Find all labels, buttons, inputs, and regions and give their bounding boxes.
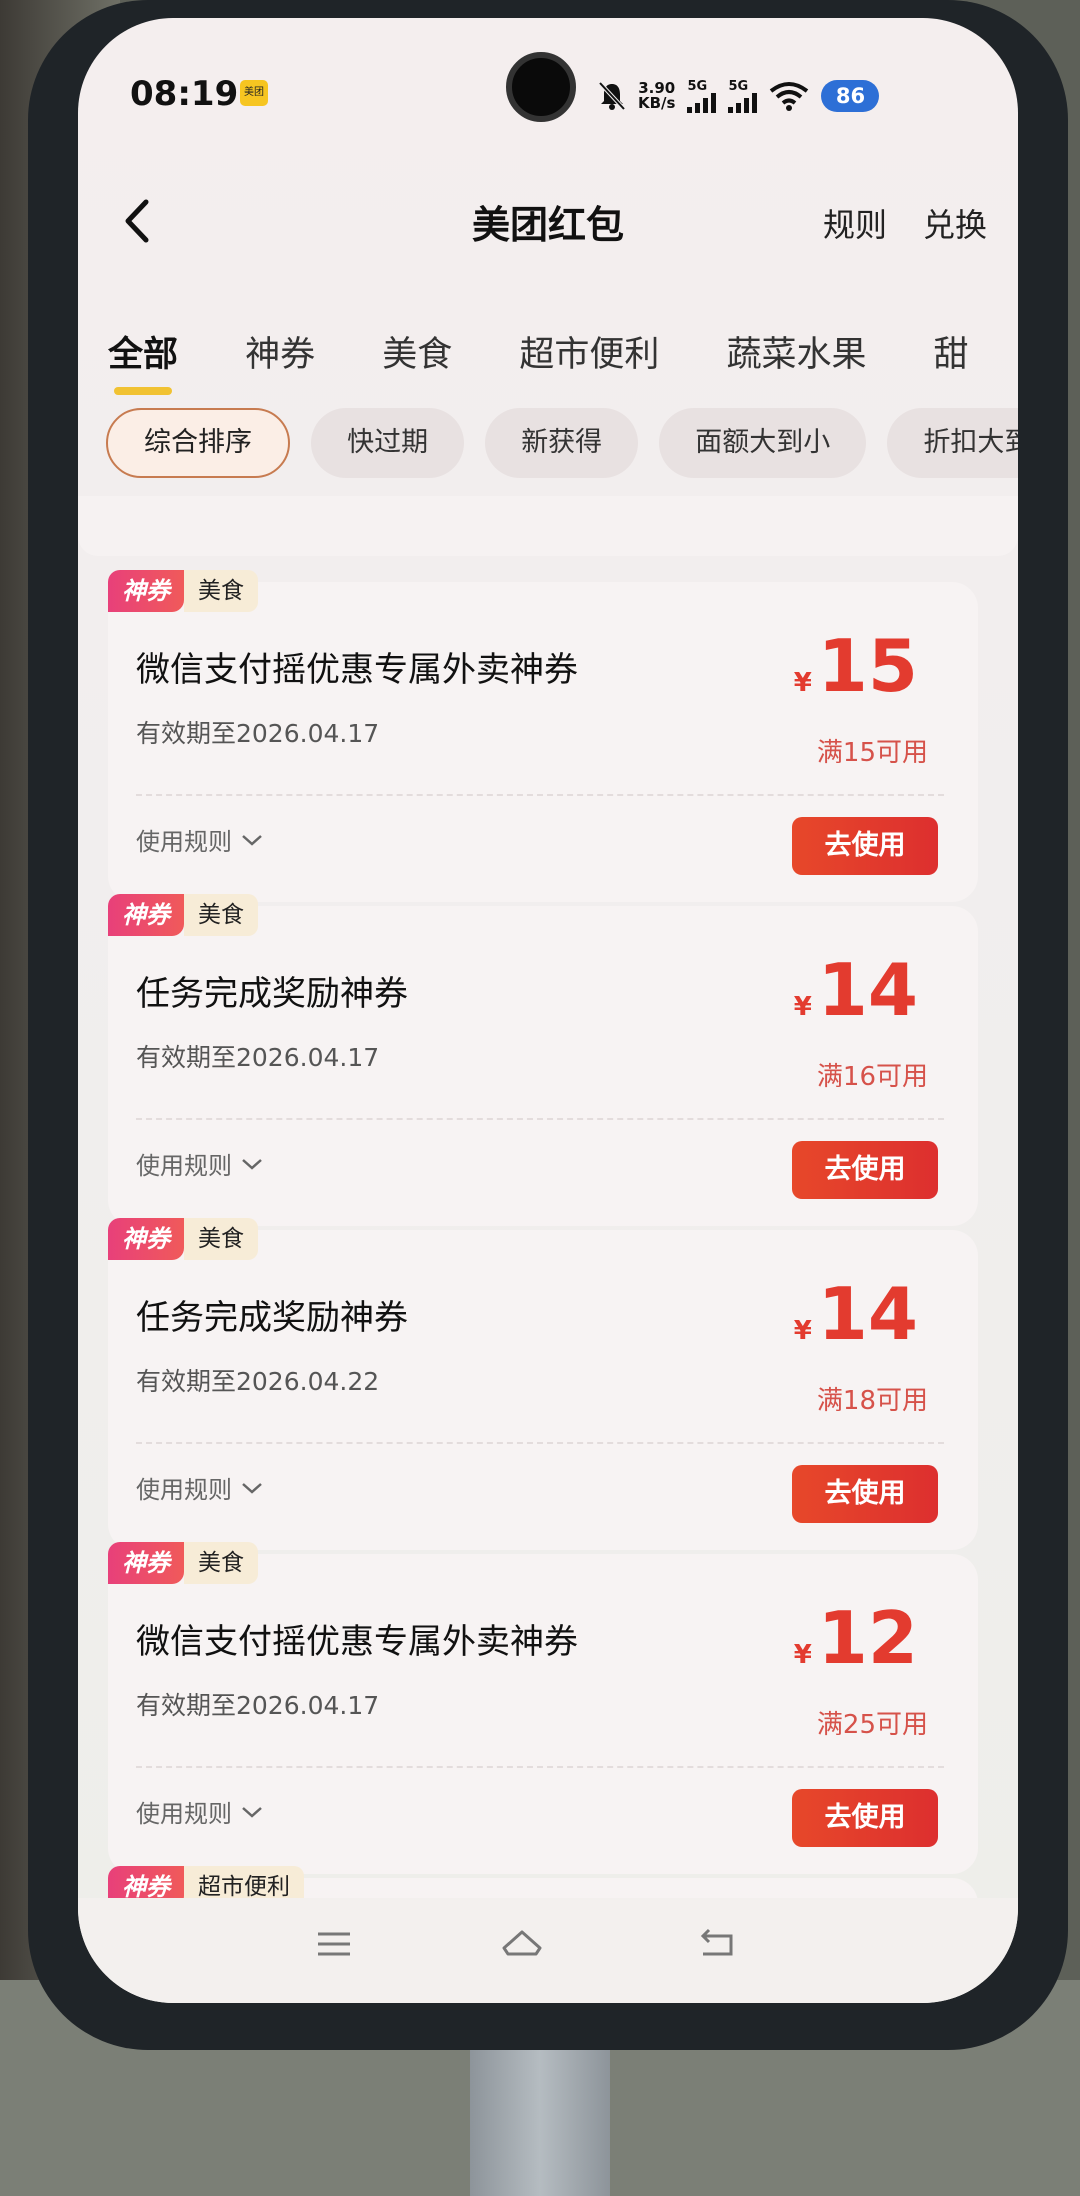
sort-amount-desc[interactable]: 面额大到小: [659, 408, 867, 478]
currency-symbol: ¥: [793, 1316, 812, 1346]
usage-rules-label: 使用规则: [136, 1476, 232, 1504]
network-speed-unit: KB/s: [638, 94, 676, 112]
coupon-amount: ¥ 14: [794, 948, 918, 1032]
use-coupon-button[interactable]: 去使用: [792, 817, 938, 875]
coupon-threshold: 满25可用: [816, 1710, 928, 1740]
coupon-card: 神券 美食 任务完成奖励神券 有效期至2026.04.22 ¥ 14 满18可用…: [108, 1218, 978, 1550]
coupon-expiry: 有效期至2026.04.17: [136, 719, 380, 748]
coupon-tags: 神券 美食: [108, 894, 258, 936]
dashed-divider: [136, 1766, 944, 1768]
dashed-divider: [136, 794, 944, 796]
status-icons: 3.90 KB/s 5G 5G 86: [598, 76, 880, 116]
usage-rules-label: 使用规则: [136, 1152, 232, 1180]
sort-chips: 综合排序 快过期 新获得 面额大到小 折扣大到: [106, 408, 1018, 482]
usage-rules-toggle[interactable]: 使用规则: [136, 822, 264, 857]
coupon-amount: ¥ 15: [794, 624, 918, 708]
use-coupon-button[interactable]: 去使用: [792, 1465, 938, 1523]
coupon-title: 任务完成奖励神券: [136, 1298, 408, 1338]
charging-cable: [470, 2030, 610, 2196]
coupon-expiry: 有效期至2026.04.17: [136, 1043, 380, 1072]
amount-value: 14: [817, 1272, 918, 1356]
chevron-down-icon: [242, 1806, 262, 1818]
shenquan-badge: 神券: [108, 1218, 184, 1260]
coupon-threshold: 满18可用: [816, 1386, 928, 1416]
coupon-title: 任务完成奖励神券: [136, 974, 408, 1014]
exchange-link[interactable]: 兑换: [923, 200, 987, 246]
usage-rules-toggle[interactable]: 使用规则: [136, 1146, 264, 1181]
shenquan-badge: 神券: [108, 1542, 184, 1584]
battery-indicator: 86: [821, 80, 880, 112]
category-badge: 美食: [184, 1218, 258, 1260]
use-coupon-button[interactable]: 去使用: [792, 1789, 938, 1847]
tab-all[interactable]: 全部: [108, 326, 178, 395]
tab-vegetables-fruit[interactable]: 蔬菜水果: [726, 326, 866, 377]
phone-screen: 08:19 美团 3.90 KB/s 5G 5G 86 美团红包 规则 兑换 全…: [78, 18, 1018, 2003]
coupon-title: 微信支付摇优惠专属外卖神券: [136, 650, 578, 690]
amount-value: 14: [817, 948, 918, 1032]
coupon-title: 微信支付摇优惠专属外卖神券: [136, 1622, 578, 1662]
coupon-card: 神券 美食 微信支付摇优惠专属外卖神券 有效期至2026.04.17 ¥ 15 …: [108, 570, 978, 902]
coupon-card: 神券 美食 微信支付摇优惠专属外卖神券 有效期至2026.04.17 ¥ 12 …: [108, 1542, 978, 1874]
sort-expiring[interactable]: 快过期: [311, 408, 465, 478]
coupon-expiry: 有效期至2026.04.17: [136, 1691, 380, 1720]
dashed-divider: [136, 1118, 944, 1120]
status-time: 08:19: [130, 74, 239, 114]
sort-discount[interactable]: 折扣大到: [887, 408, 1018, 478]
coupon-expiry: 有效期至2026.04.22: [136, 1367, 380, 1396]
network-speed: 3.90 KB/s: [638, 81, 675, 111]
coupon-threshold: 满16可用: [816, 1062, 928, 1092]
shenquan-badge: 神券: [108, 570, 184, 612]
tab-shenquan[interactable]: 神券: [245, 326, 315, 377]
system-nav-bar: [78, 1898, 1018, 2003]
coupon-amount: ¥ 12: [794, 1596, 918, 1680]
signal-1: 5G: [687, 78, 717, 113]
chevron-down-icon: [242, 834, 262, 846]
sort-comprehensive[interactable]: 综合排序: [106, 408, 290, 478]
category-badge: 美食: [184, 894, 258, 936]
coupon-tags: 神券 美食: [108, 570, 258, 612]
coupon-amount: ¥ 14: [794, 1272, 918, 1356]
use-coupon-button[interactable]: 去使用: [792, 1141, 938, 1199]
list-top-strip: [78, 496, 1018, 556]
signal-bars-icon: [687, 92, 717, 113]
coupon-tags: 神券 美食: [108, 1218, 258, 1260]
chevron-down-icon: [242, 1482, 262, 1494]
usage-rules-toggle[interactable]: 使用规则: [136, 1794, 264, 1829]
rules-link[interactable]: 规则: [823, 200, 887, 246]
usage-rules-toggle[interactable]: 使用规则: [136, 1470, 264, 1505]
tab-food[interactable]: 美食: [382, 326, 452, 377]
signal-bars-icon: [728, 92, 758, 113]
signal-2: 5G: [728, 78, 758, 113]
currency-symbol: ¥: [793, 668, 812, 698]
usage-rules-label: 使用规则: [136, 1800, 232, 1828]
back-icon[interactable]: [693, 1924, 741, 1964]
signal-1-label: 5G: [687, 78, 708, 94]
amount-value: 15: [817, 624, 918, 708]
dashed-divider: [136, 1442, 944, 1444]
category-tabs: 全部 神券 美食 超市便利 蔬菜水果 甜: [108, 326, 1018, 396]
currency-symbol: ¥: [793, 1640, 812, 1670]
usage-rules-label: 使用规则: [136, 828, 232, 856]
app-notification-icon: 美团: [240, 80, 268, 106]
coupon-threshold: 满15可用: [816, 738, 928, 768]
signal-2-label: 5G: [728, 78, 749, 94]
category-badge: 美食: [184, 570, 258, 612]
category-badge: 美食: [184, 1542, 258, 1584]
shenquan-badge: 神券: [108, 894, 184, 936]
home-icon[interactable]: [498, 1924, 546, 1964]
menu-icon[interactable]: [310, 1924, 358, 1964]
coupon-card: 神券 美食 任务完成奖励神券 有效期至2026.04.17 ¥ 14 满16可用…: [108, 894, 978, 1226]
tab-dessert[interactable]: 甜: [934, 326, 969, 377]
sort-newest[interactable]: 新获得: [485, 408, 639, 478]
tab-supermarket[interactable]: 超市便利: [519, 326, 659, 377]
wifi-icon: [770, 82, 809, 111]
mute-bell-icon: [598, 81, 626, 111]
currency-symbol: ¥: [793, 992, 812, 1022]
chevron-down-icon: [242, 1158, 262, 1170]
amount-value: 12: [817, 1596, 918, 1680]
front-camera: [506, 52, 576, 122]
coupon-tags: 神券 美食: [108, 1542, 258, 1584]
status-bar: 08:19 美团 3.90 KB/s 5G 5G 86: [78, 18, 1018, 168]
